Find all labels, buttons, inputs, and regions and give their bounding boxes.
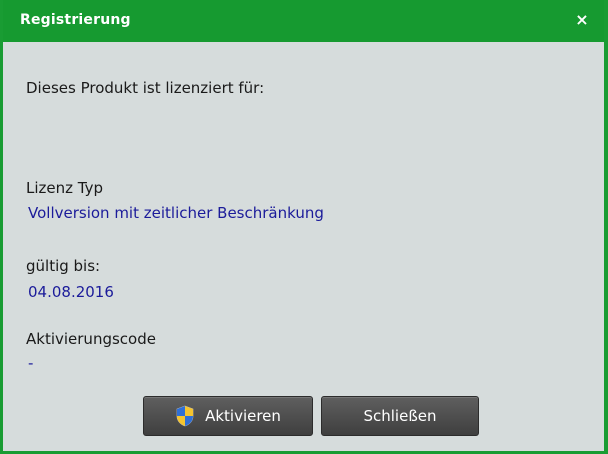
registration-dialog: Registrierung × Dieses Produkt ist lizen… [0, 0, 608, 454]
close-button[interactable]: Schließen [321, 396, 479, 436]
license-type-value: Vollversion mit zeitlicher Beschränkung [28, 204, 324, 222]
valid-until-value: 04.08.2016 [28, 283, 114, 301]
licensed-to-label: Dieses Produkt ist lizenziert für: [26, 79, 265, 97]
uac-shield-icon [176, 405, 194, 427]
activation-code-value: - [28, 354, 34, 372]
activate-button-label: Aktivieren [205, 407, 281, 425]
license-type-label: Lizenz Typ [26, 179, 103, 197]
activate-button[interactable]: Aktivieren [143, 396, 313, 436]
title-bar: Registrierung × [3, 0, 604, 42]
close-button-label: Schließen [363, 407, 437, 425]
activation-code-label: Aktivierungscode [26, 330, 156, 348]
valid-until-label: gültig bis: [26, 257, 101, 275]
close-icon[interactable]: × [574, 11, 590, 29]
dialog-title: Registrierung [20, 12, 131, 28]
